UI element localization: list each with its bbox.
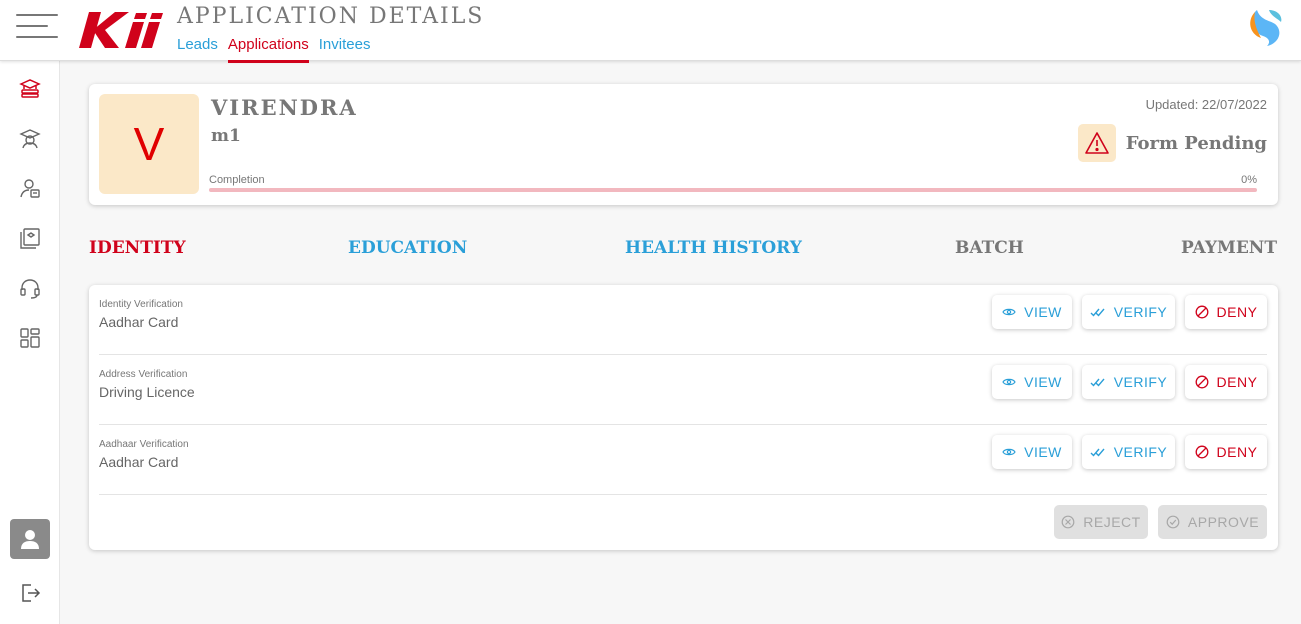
verify-button[interactable]: VERIFY (1082, 365, 1175, 399)
view-button[interactable]: VIEW (992, 365, 1072, 399)
approve-button[interactable]: APPROVE (1158, 505, 1267, 539)
document-name: Aadhar Card (99, 314, 179, 330)
eye-icon (1002, 448, 1016, 456)
completion-label: Completion (209, 174, 265, 186)
tab-identity[interactable]: IDENTITY (89, 238, 186, 258)
updated-date: Updated: 22/07/2022 (1145, 97, 1267, 112)
grid-icon[interactable] (19, 327, 41, 349)
view-label: VIEW (1024, 444, 1062, 460)
app-header: APPLICATION DETAILS Leads Applications I… (0, 0, 1301, 63)
document-type: Identity Verification (99, 299, 183, 310)
tab-payment[interactable]: PAYMENT (1181, 238, 1277, 258)
sidebar (0, 61, 60, 624)
kii-logo[interactable] (75, 8, 165, 50)
approve-label: APPROVE (1187, 514, 1260, 530)
nav-invitees[interactable]: Invitees (319, 36, 371, 63)
completion-progress-bar (209, 188, 1257, 192)
deny-button[interactable]: DENY (1185, 365, 1267, 399)
documents-card: Identity Verification Aadhar Card VIEW V… (89, 285, 1278, 550)
headset-icon[interactable] (19, 277, 41, 299)
applicant-initial-avatar: V (99, 94, 199, 194)
user-avatar-button[interactable] (10, 519, 50, 559)
verify-button[interactable]: VERIFY (1082, 435, 1175, 469)
verify-button[interactable]: VERIFY (1082, 295, 1175, 329)
double-check-icon (1090, 378, 1105, 387)
view-label: VIEW (1024, 304, 1062, 320)
deny-label: DENY (1216, 444, 1258, 460)
eye-icon (1002, 378, 1016, 386)
document-row: Identity Verification Aadhar Card VIEW V… (99, 285, 1267, 355)
deny-button[interactable]: DENY (1185, 295, 1267, 329)
view-button[interactable]: VIEW (992, 435, 1072, 469)
applicant-name: VIRENDRA (211, 95, 358, 120)
view-label: VIEW (1024, 374, 1062, 390)
deny-button[interactable]: DENY (1185, 435, 1267, 469)
tab-education[interactable]: EDUCATION (348, 238, 467, 258)
deny-label: DENY (1216, 374, 1258, 390)
prohibited-icon (1195, 375, 1208, 389)
menu-icon[interactable] (16, 14, 58, 38)
verify-label: VERIFY (1113, 444, 1168, 460)
book-stack-icon[interactable] (19, 227, 41, 249)
completion-percent: 0% (1241, 174, 1257, 186)
logout-icon[interactable] (19, 582, 41, 604)
warning-icon (1077, 124, 1116, 162)
header-nav: Leads Applications Invitees (177, 36, 370, 63)
view-button[interactable]: VIEW (992, 295, 1072, 329)
document-type: Aadhaar Verification (99, 439, 189, 450)
check-circle-icon (1166, 515, 1180, 529)
prohibited-icon (1195, 445, 1208, 459)
status-badge: Form Pending (1077, 124, 1267, 162)
student-icon[interactable] (19, 127, 41, 149)
page-title: APPLICATION DETAILS (177, 4, 485, 29)
document-name: Aadhar Card (99, 454, 179, 470)
status-text: Form Pending (1125, 132, 1267, 154)
deny-label: DENY (1216, 304, 1258, 320)
reject-button[interactable]: REJECT (1054, 505, 1148, 539)
prohibited-icon (1195, 305, 1208, 319)
eye-icon (1002, 308, 1016, 316)
applicant-course: m1 (211, 126, 241, 146)
section-tabs: IDENTITY EDUCATION HEALTH HISTORY BATCH … (89, 238, 1277, 260)
brand-swirl-icon (1250, 10, 1282, 46)
graduation-books-icon[interactable] (19, 77, 41, 99)
document-name: Driving Licence (99, 384, 195, 400)
reject-label: REJECT (1083, 514, 1141, 530)
verify-label: VERIFY (1113, 304, 1168, 320)
applicant-card: V VIRENDRA m1 Updated: 22/07/2022 Form P… (89, 84, 1278, 205)
tab-batch[interactable]: BATCH (955, 238, 1024, 258)
user-id-icon[interactable] (19, 177, 41, 199)
verify-label: VERIFY (1113, 374, 1168, 390)
nav-applications[interactable]: Applications (227, 36, 309, 63)
double-check-icon (1090, 448, 1105, 457)
nav-leads[interactable]: Leads (177, 36, 218, 63)
user-avatar-icon (21, 530, 39, 549)
document-type: Address Verification (99, 369, 188, 380)
close-circle-icon (1061, 515, 1075, 529)
tab-health-history[interactable]: HEALTH HISTORY (625, 238, 802, 258)
document-row: Aadhaar Verification Aadhar Card VIEW VE… (99, 425, 1267, 495)
document-row: Address Verification Driving Licence VIE… (99, 355, 1267, 425)
double-check-icon (1090, 308, 1105, 317)
